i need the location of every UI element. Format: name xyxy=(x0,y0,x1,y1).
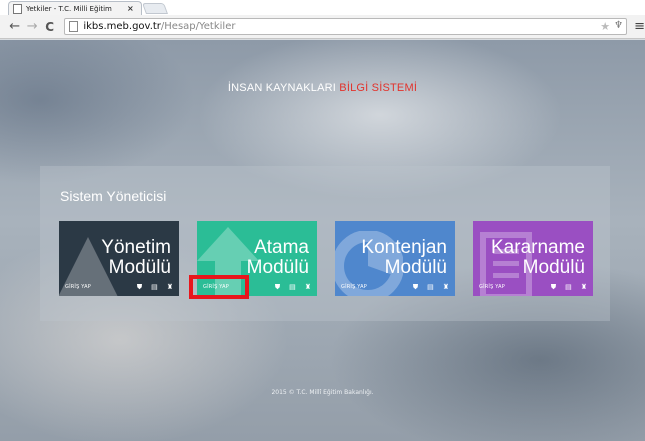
login-link[interactable]: GİRİŞ YAP xyxy=(341,284,367,290)
browser-toolbar: ← → C ikbs.meb.gov.tr /Hesap/Yetkiler ★ … xyxy=(0,15,645,39)
tile-tools: ⛊ ▤ ♜ xyxy=(275,284,311,291)
shield-icon[interactable]: ⛊ xyxy=(137,284,142,291)
module-subtitle: Modülü xyxy=(384,257,447,278)
document-icon[interactable]: ▤ xyxy=(427,284,434,291)
page-icon xyxy=(13,3,22,14)
shield-icon[interactable]: ⛊ xyxy=(413,284,418,291)
browser-tabstrip: Yetkiler - T.C. Milli Eğitim × xyxy=(0,0,645,15)
module-tile-kararname[interactable]: Kararname Modülü GİRİŞ YAP ⛊ ▤ ♜ xyxy=(473,221,593,296)
star-icon[interactable]: ★ xyxy=(600,20,610,33)
login-link[interactable]: GİRİŞ YAP xyxy=(65,284,91,290)
forward-arrow-icon[interactable]: → xyxy=(23,20,40,33)
module-title: Yönetim xyxy=(101,237,171,258)
page-icon xyxy=(69,21,79,32)
highlight-box xyxy=(189,275,249,299)
tile-tools: ⛊ ▤ ♜ xyxy=(137,284,173,291)
shield-icon[interactable]: ⛊ xyxy=(275,284,280,291)
page-content: İNSAN KAYNAKLARI BİLGİ SİSTEMİ Sistem Yö… xyxy=(0,40,645,441)
module-tile-yonetim[interactable]: Yönetim Modülü GİRİŞ YAP ⛊ ▤ ♜ xyxy=(59,221,179,296)
document-icon[interactable]: ▤ xyxy=(289,284,296,291)
panel-title: Sistem Yöneticisi xyxy=(60,188,167,204)
module-title: Kontenjan xyxy=(361,237,447,258)
module-title: Kararname xyxy=(491,237,585,258)
shield-icon[interactable]: ⛊ xyxy=(551,284,556,291)
tab-title: Yetkiler - T.C. Milli Eğitim xyxy=(26,4,112,13)
module-subtitle: Modülü xyxy=(522,257,585,278)
url-host: ikbs.meb.gov.tr xyxy=(83,21,161,32)
document-icon[interactable]: ▤ xyxy=(565,284,572,291)
footer-text: 2015 © T.C. Millî Eğitim Bakanlığı. xyxy=(271,389,374,396)
menu-icon[interactable]: ≡ xyxy=(634,19,645,34)
users-icon[interactable]: ♜ xyxy=(443,284,449,291)
browser-tab[interactable]: Yetkiler - T.C. Milli Eğitim × xyxy=(8,1,142,15)
users-icon[interactable]: ♜ xyxy=(581,284,587,291)
page-title: İNSAN KAYNAKLARI BİLGİ SİSTEMİ xyxy=(0,82,645,94)
module-subtitle: Modülü xyxy=(108,257,171,278)
users-icon[interactable]: ♜ xyxy=(167,284,173,291)
login-link[interactable]: GİRİŞ YAP xyxy=(479,284,505,290)
module-tile-kontenjan[interactable]: Kontenjan Modülü GİRİŞ YAP ⛊ ▤ ♜ xyxy=(335,221,455,296)
tile-tools: ⛊ ▤ ♜ xyxy=(551,284,587,291)
close-icon[interactable]: × xyxy=(127,4,134,13)
module-title: Atama xyxy=(254,237,309,258)
module-subtitle: Modülü xyxy=(246,257,309,278)
url-path: /Hesap/Yetkiler xyxy=(160,21,236,32)
reload-icon[interactable]: C xyxy=(41,21,58,33)
new-tab-button[interactable] xyxy=(141,3,169,14)
headline-part2: BİLGİ SİSTEMİ xyxy=(339,82,418,94)
extension-icon[interactable]: ♆ xyxy=(614,20,623,31)
users-icon[interactable]: ♜ xyxy=(305,284,311,291)
module-panel: Sistem Yöneticisi Yönetim Modülü GİRİŞ Y… xyxy=(40,166,610,321)
address-bar[interactable]: ikbs.meb.gov.tr /Hesap/Yetkiler ★ ♆ xyxy=(64,18,628,35)
document-icon[interactable]: ▤ xyxy=(151,284,158,291)
headline-part1: İNSAN KAYNAKLARI xyxy=(227,82,337,94)
back-arrow-icon[interactable]: ← xyxy=(6,20,23,33)
tile-tools: ⛊ ▤ ♜ xyxy=(413,284,449,291)
